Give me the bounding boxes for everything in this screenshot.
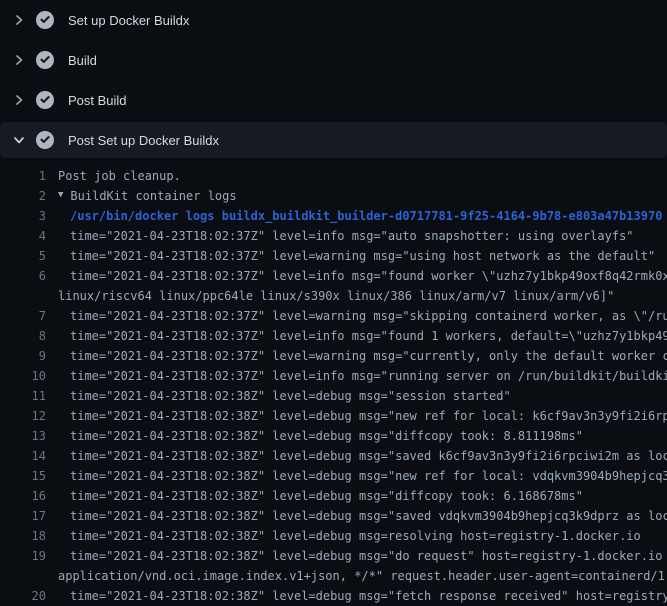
line-number[interactable]: 3 — [0, 206, 46, 226]
line-number[interactable]: 10 — [0, 366, 46, 386]
log-line-text: time="2021-04-23T18:02:37Z" level=info m… — [70, 226, 634, 246]
job-log-pane: Set up Docker Buildx Build P — [0, 0, 667, 606]
line-number[interactable]: 2 — [0, 186, 46, 206]
log-line: ▼ linux/riscv64 linux/ppc64le linux/s390… — [0, 286, 667, 306]
log-line: 17 ▼ time="2021-04-23T18:02:38Z" level=d… — [0, 506, 667, 526]
log-line-text: time="2021-04-23T18:02:38Z" level=debug … — [70, 406, 667, 426]
log-line-text: linux/riscv64 linux/ppc64le linux/s390x … — [58, 286, 614, 306]
step-title: Post Build — [68, 93, 127, 108]
log-line-text: /usr/bin/docker logs buildx_buildkit_bui… — [70, 206, 662, 226]
log-line: 11 ▼ time="2021-04-23T18:02:38Z" level=d… — [0, 386, 667, 406]
log-line-text: time="2021-04-23T18:02:37Z" level=warnin… — [70, 246, 655, 266]
log-line: 20 ▼ time="2021-04-23T18:02:38Z" level=d… — [0, 586, 667, 606]
log-line-text: time="2021-04-23T18:02:38Z" level=debug … — [70, 486, 583, 506]
line-number[interactable]: 16 — [0, 486, 46, 506]
log-line-text: time="2021-04-23T18:02:38Z" level=debug … — [70, 506, 667, 526]
log-line: 7 ▼ time="2021-04-23T18:02:37Z" level=wa… — [0, 306, 667, 326]
step-header-set-up-docker-buildx[interactable]: Set up Docker Buildx — [0, 0, 667, 40]
log-line: 2 ▼ BuildKit container logs — [0, 186, 667, 206]
line-number[interactable]: 17 — [0, 506, 46, 526]
line-number[interactable]: 12 — [0, 406, 46, 426]
log-line: 14 ▼ time="2021-04-23T18:02:38Z" level=d… — [0, 446, 667, 466]
log-line: 4 ▼ time="2021-04-23T18:02:37Z" level=in… — [0, 226, 667, 246]
log-line-text: time="2021-04-23T18:02:38Z" level=debug … — [70, 586, 667, 606]
log-line-text: application/vnd.oci.image.index.v1+json,… — [58, 566, 667, 586]
log-line: 6 ▼ time="2021-04-23T18:02:37Z" level=in… — [0, 266, 667, 286]
log-line-text: time="2021-04-23T18:02:38Z" level=debug … — [70, 426, 583, 446]
log-line: 13 ▼ time="2021-04-23T18:02:38Z" level=d… — [0, 426, 667, 446]
log-line-text: time="2021-04-23T18:02:38Z" level=debug … — [70, 446, 667, 466]
step-header-post-build[interactable]: Post Build — [0, 80, 667, 120]
check-circle-icon — [36, 131, 54, 149]
line-number[interactable]: 5 — [0, 246, 46, 266]
line-number[interactable]: 14 — [0, 446, 46, 466]
line-number[interactable] — [0, 566, 46, 586]
log-line-text: time="2021-04-23T18:02:37Z" level=info m… — [70, 366, 667, 386]
step-title: Set up Docker Buildx — [68, 13, 189, 28]
log-line-text: time="2021-04-23T18:02:38Z" level=debug … — [70, 386, 511, 406]
log-line: 1 ▼ Post job cleanup. — [0, 166, 667, 186]
log-line: 10 ▼ time="2021-04-23T18:02:37Z" level=i… — [0, 366, 667, 386]
steps-list: Set up Docker Buildx Build P — [0, 0, 667, 158]
check-circle-icon — [36, 11, 54, 29]
line-number[interactable]: 15 — [0, 466, 46, 486]
line-number[interactable]: 7 — [0, 306, 46, 326]
log-line-text: time="2021-04-23T18:02:38Z" level=debug … — [70, 466, 667, 486]
line-number[interactable]: 19 — [0, 546, 46, 566]
line-number[interactable]: 9 — [0, 346, 46, 366]
log-line-text: time="2021-04-23T18:02:38Z" level=debug … — [70, 526, 641, 546]
log-line: 12 ▼ time="2021-04-23T18:02:38Z" level=d… — [0, 406, 667, 426]
group-disclosure-icon[interactable]: ▼ — [58, 185, 63, 205]
step-header-build[interactable]: Build — [0, 40, 667, 80]
log-line-text: BuildKit container logs — [70, 186, 236, 206]
check-circle-icon — [36, 91, 54, 109]
line-number[interactable]: 4 — [0, 226, 46, 246]
line-number[interactable]: 11 — [0, 386, 46, 406]
log-line: 15 ▼ time="2021-04-23T18:02:38Z" level=d… — [0, 466, 667, 486]
log-line: 18 ▼ time="2021-04-23T18:02:38Z" level=d… — [0, 526, 667, 546]
log-line-text: time="2021-04-23T18:02:37Z" level=warnin… — [70, 306, 667, 326]
step-title: Build — [68, 53, 97, 68]
line-number[interactable]: 18 — [0, 526, 46, 546]
log-line: 16 ▼ time="2021-04-23T18:02:38Z" level=d… — [0, 486, 667, 506]
step-title: Post Set up Docker Buildx — [68, 133, 219, 148]
log-output: 1 ▼ Post job cleanup. 2 ▼ BuildKit conta… — [0, 166, 667, 606]
chevron-down-icon[interactable] — [12, 133, 26, 147]
line-number[interactable]: 1 — [0, 166, 46, 186]
line-number[interactable]: 8 — [0, 326, 46, 346]
line-number[interactable] — [0, 286, 46, 306]
log-line-text: time="2021-04-23T18:02:37Z" level=warnin… — [70, 346, 667, 366]
log-line-text: time="2021-04-23T18:02:37Z" level=info m… — [70, 326, 667, 346]
chevron-right-icon[interactable] — [12, 53, 26, 67]
log-line: 9 ▼ time="2021-04-23T18:02:37Z" level=wa… — [0, 346, 667, 366]
log-line: ▼ application/vnd.oci.image.index.v1+jso… — [0, 566, 667, 586]
log-line: 5 ▼ time="2021-04-23T18:02:37Z" level=wa… — [0, 246, 667, 266]
chevron-right-icon[interactable] — [12, 93, 26, 107]
line-number[interactable]: 13 — [0, 426, 46, 446]
chevron-right-icon[interactable] — [12, 13, 26, 27]
line-number[interactable]: 6 — [0, 266, 46, 286]
log-line-text: time="2021-04-23T18:02:38Z" level=debug … — [70, 546, 667, 566]
log-line: 19 ▼ time="2021-04-23T18:02:38Z" level=d… — [0, 546, 667, 566]
step-header-post-set-up-docker-buildx[interactable]: Post Set up Docker Buildx — [0, 122, 667, 158]
log-line-text: Post job cleanup. — [58, 166, 181, 186]
log-line: 8 ▼ time="2021-04-23T18:02:37Z" level=in… — [0, 326, 667, 346]
line-number[interactable]: 20 — [0, 586, 46, 606]
log-line: 3 ▼ /usr/bin/docker logs buildx_buildkit… — [0, 206, 667, 226]
check-circle-icon — [36, 51, 54, 69]
log-line-text: time="2021-04-23T18:02:37Z" level=info m… — [70, 266, 667, 286]
